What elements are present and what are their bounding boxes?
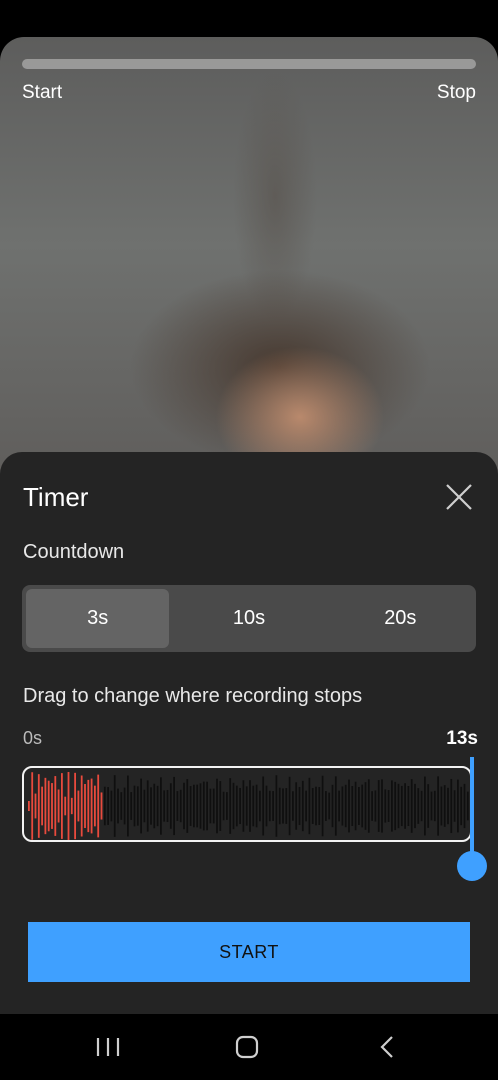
sheet-title: Timer xyxy=(23,482,89,512)
back-icon[interactable] xyxy=(368,1032,408,1062)
audio-waveform[interactable] xyxy=(22,766,472,842)
countdown-option-20s[interactable]: 20s xyxy=(329,589,472,648)
countdown-label: Countdown xyxy=(23,541,125,563)
recents-icon[interactable] xyxy=(88,1032,128,1062)
timer-sheet: Timer Countdown 3s 10s 20s Drag to chang… xyxy=(0,452,498,1014)
countdown-selector: 3s 10s 20s xyxy=(22,585,476,652)
close-icon[interactable] xyxy=(442,480,476,514)
stop-handle[interactable] xyxy=(457,851,487,881)
countdown-option-10s[interactable]: 10s xyxy=(177,589,320,648)
system-nav-bar xyxy=(0,1014,498,1080)
start-button[interactable]: START xyxy=(28,922,470,982)
waveform-bars xyxy=(28,772,469,840)
countdown-option-3s[interactable]: 3s xyxy=(26,589,170,648)
recording-progress-bar xyxy=(22,59,476,69)
progress-stop-label: Stop xyxy=(436,82,476,103)
drag-instruction: Drag to change where recording stops xyxy=(23,685,363,707)
range-start-label: 0s xyxy=(23,728,43,748)
progress-start-label: Start xyxy=(22,82,63,103)
range-end-label: 13s xyxy=(446,728,478,749)
home-icon[interactable] xyxy=(227,1032,267,1062)
